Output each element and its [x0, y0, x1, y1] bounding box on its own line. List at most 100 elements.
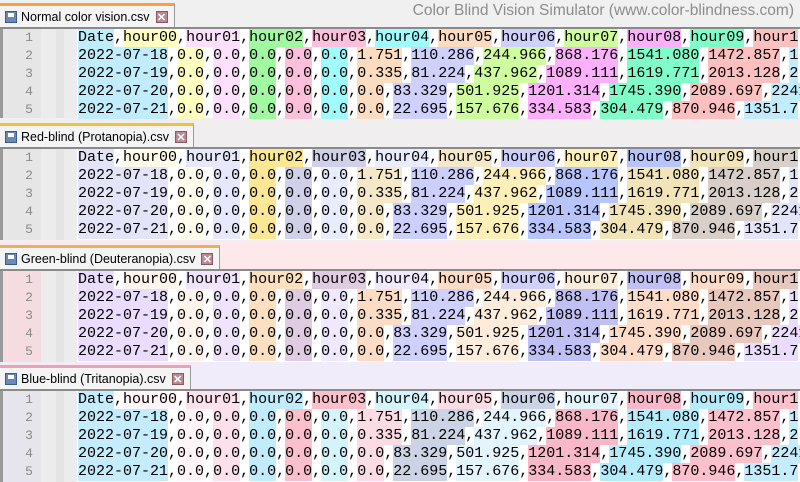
line-number: 3 — [25, 66, 33, 81]
csv-field: 0.0 — [249, 101, 277, 119]
code-line: 2 2022-07-18,0.0,0.0,0.0,0.0,0.0,1.751,11… — [0, 167, 800, 185]
csv-field: 334.583 — [528, 463, 592, 481]
save-icon — [5, 10, 17, 23]
csv-field: hour02 — [249, 391, 304, 409]
csv-field: hour1 — [753, 391, 799, 409]
csv-field: 1472.857 — [708, 289, 781, 307]
csv-field: 868.176 — [555, 47, 619, 65]
csv-field: 1541.080 — [627, 167, 700, 185]
line-number: 1 — [25, 30, 33, 45]
text-editor[interactable]: 1 Date,hour00,hour01,hour02,hour03,hour04… — [0, 389, 800, 482]
csv-field: 0.0 — [357, 83, 385, 101]
csv-field: 2089.697 — [690, 203, 763, 221]
csv-field: 157.676 — [456, 221, 520, 239]
csv-field: 0.0 — [357, 221, 385, 239]
save-icon — [5, 252, 17, 265]
csv-field: 1745.390 — [609, 203, 682, 221]
csv-field: 2022-07-19 — [78, 65, 169, 83]
csv-field: 0.0 — [249, 325, 277, 343]
csv-row: Date,hour00,hour01,hour02,hour03,hour04,… — [78, 149, 799, 167]
csv-row: 2022-07-19,0.0,0.0,0.0,0.0,0.0,0.335,81.… — [78, 427, 799, 445]
csv-field: hour07 — [564, 29, 619, 47]
code-lines: 1 Date,hour00,hour01,hour02,hour03,hour04… — [0, 29, 800, 119]
close-icon[interactable]: ✕ — [171, 372, 184, 386]
csv-field: 0.0 — [321, 427, 349, 445]
csv-field: 0.0 — [249, 83, 277, 101]
csv-field: 0.0 — [213, 427, 241, 445]
csv-field: 0.0 — [285, 445, 313, 463]
csv-field: 0.0 — [285, 185, 313, 203]
csv-field: 110.286 — [411, 167, 475, 185]
csv-field: 870.946 — [672, 343, 736, 361]
file-tab[interactable]: Blue-blind (Tritanopia).csv ✕ — [0, 365, 191, 389]
csv-field: 334.583 — [528, 343, 592, 361]
csv-field: 2022-07-21 — [78, 101, 169, 119]
code-line: 4 2022-07-20,0.0,0.0,0.0,0.0,0.0,0.0,83.3… — [0, 203, 800, 221]
tab-bar: Red-blind (Protanopia).csv ✕ — [0, 120, 800, 147]
csv-field: 244.966 — [483, 409, 547, 427]
code-line: 2 2022-07-18,0.0,0.0,0.0,0.0,0.0,1.751,11… — [0, 289, 800, 307]
csv-field: hour05 — [438, 271, 493, 289]
csv-field: 2022-07-20 — [78, 203, 169, 221]
csv-field: 1472.857 — [708, 409, 781, 427]
csv-field: hour03 — [312, 271, 367, 289]
csv-field: 0.0 — [357, 445, 385, 463]
csv-field: hour09 — [690, 149, 745, 167]
csv-field: 334.583 — [528, 221, 592, 239]
close-icon[interactable]: ✕ — [155, 10, 168, 24]
csv-field: 0.0 — [321, 343, 349, 361]
line-number: 2 — [25, 48, 33, 63]
text-editor[interactable]: 1 Date,hour00,hour01,hour02,hour03,hour04… — [0, 269, 800, 362]
csv-field: 0.0 — [321, 325, 349, 343]
csv-row: 2022-07-21,0.0,0.0,0.0,0.0,0.0,0.0,22.69… — [78, 101, 799, 119]
csv-field: 0.0 — [249, 409, 277, 427]
csv-field: 0.0 — [285, 47, 313, 65]
csv-field: 0.0 — [249, 445, 277, 463]
tab-label: Normal color vision.csv — [21, 9, 150, 24]
csv-field: 2241 — [771, 325, 800, 343]
csv-field: hour02 — [249, 271, 304, 289]
editor-panel: Red-blind (Protanopia).csv ✕ 1 Date,hour0… — [0, 120, 800, 240]
csv-field: 501.925 — [456, 325, 520, 343]
csv-field: 1201.314 — [528, 325, 601, 343]
line-number: 3 — [25, 308, 33, 323]
csv-field: hour00 — [123, 391, 178, 409]
file-tab[interactable]: Red-blind (Protanopia).csv ✕ — [0, 123, 194, 147]
csv-field: 1351.7 — [744, 463, 799, 481]
code-lines: 1 Date,hour00,hour01,hour02,hour03,hour04… — [0, 271, 800, 361]
csv-field: 2 — [789, 185, 799, 203]
csv-field: 2022-07-20 — [78, 445, 169, 463]
csv-field: 0.0 — [285, 463, 313, 481]
csv-field: 1 — [789, 409, 799, 427]
csv-field: 0.0 — [249, 427, 277, 445]
csv-field: 0.0 — [285, 221, 313, 239]
text-editor[interactable]: 1 Date,hour00,hour01,hour02,hour03,hour04… — [0, 27, 800, 119]
csv-field: 0.0 — [177, 427, 205, 445]
csv-field: 22.695 — [393, 463, 448, 481]
csv-row: 2022-07-19,0.0,0.0,0.0,0.0,0.0,0.335,81.… — [78, 65, 799, 83]
code-line: 4 2022-07-20,0.0,0.0,0.0,0.0,0.0,0.0,83.3… — [0, 325, 800, 343]
close-icon[interactable]: ✕ — [201, 252, 214, 266]
csv-row: 2022-07-20,0.0,0.0,0.0,0.0,0.0,0.0,83.32… — [78, 203, 800, 221]
csv-field: 0.0 — [285, 409, 313, 427]
csv-row: 2022-07-20,0.0,0.0,0.0,0.0,0.0,0.0,83.32… — [78, 445, 800, 463]
file-tab[interactable]: Green-blind (Deuteranopia).csv ✕ — [0, 245, 221, 269]
csv-field: hour00 — [123, 29, 178, 47]
csv-field: hour07 — [564, 149, 619, 167]
csv-field: hour01 — [186, 391, 241, 409]
csv-field: 81.224 — [411, 185, 466, 203]
csv-field: 0.0 — [321, 307, 349, 325]
csv-field: 0.0 — [213, 83, 241, 101]
csv-field: 0.0 — [249, 221, 277, 239]
csv-field: 110.286 — [411, 289, 475, 307]
csv-field: 0.0 — [321, 101, 349, 119]
csv-field: 2022-07-20 — [78, 325, 169, 343]
save-icon — [5, 130, 17, 143]
code-line: 1 Date,hour00,hour01,hour02,hour03,hour04… — [0, 149, 800, 167]
file-tab[interactable]: Normal color vision.csv ✕ — [0, 3, 175, 27]
close-icon[interactable]: ✕ — [175, 130, 187, 144]
line-number: 2 — [25, 410, 33, 425]
text-editor[interactable]: 1 Date,hour00,hour01,hour02,hour03,hour04… — [0, 147, 800, 240]
csv-field: 0.0 — [285, 289, 313, 307]
csv-field: 2022-07-19 — [78, 307, 169, 325]
